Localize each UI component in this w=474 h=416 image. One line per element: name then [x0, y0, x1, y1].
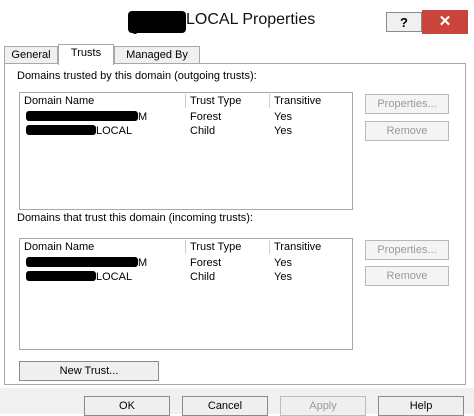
trust-type: Child	[190, 271, 216, 283]
domain-redaction	[26, 257, 138, 267]
domain-name: M	[138, 111, 148, 123]
incoming-trusts-label: Domains that trust this domain (incoming…	[17, 212, 253, 224]
trust-type: Forest	[190, 257, 222, 269]
outgoing-trusts-list[interactable]: Domain Name Trust Type Transitive M Fore…	[19, 92, 353, 210]
tab-trusts[interactable]: Trusts	[58, 44, 114, 65]
tab-general[interactable]: General	[4, 46, 58, 64]
help-button[interactable]: Help	[378, 396, 464, 416]
help-title-button[interactable]: ?	[386, 12, 422, 32]
domain-redaction	[26, 125, 96, 135]
outgoing-remove-button[interactable]: Remove	[365, 121, 449, 141]
outgoing-properties-button[interactable]: Properties...	[365, 94, 449, 114]
cancel-button[interactable]: Cancel	[182, 396, 268, 416]
title-bar: LOCAL Properties ? ✕	[0, 0, 474, 38]
tab-managed-by[interactable]: Managed By	[114, 46, 200, 64]
domain-name: M	[138, 257, 148, 269]
col-trust-type[interactable]: Trust Type	[186, 240, 270, 254]
transitive-value: Yes	[274, 111, 292, 123]
new-trust-button[interactable]: New Trust...	[19, 361, 159, 381]
ok-button[interactable]: OK	[84, 396, 170, 416]
col-domain-name[interactable]: Domain Name	[20, 240, 186, 254]
domain-name: LOCAL	[96, 271, 133, 283]
apply-button[interactable]: Apply	[280, 396, 366, 416]
transitive-value: Yes	[274, 271, 292, 283]
domain-redaction	[26, 111, 138, 121]
incoming-trusts-list[interactable]: Domain Name Trust Type Transitive M Fore…	[19, 238, 353, 350]
incoming-properties-button[interactable]: Properties...	[365, 240, 449, 260]
incoming-remove-button[interactable]: Remove	[365, 266, 449, 286]
trust-type: Forest	[190, 111, 222, 123]
domain-name: LOCAL	[96, 125, 133, 137]
col-trust-type[interactable]: Trust Type	[186, 94, 270, 108]
transitive-value: Yes	[274, 257, 292, 269]
col-transitive[interactable]: Transitive	[270, 94, 352, 108]
close-button[interactable]: ✕	[422, 10, 468, 34]
dialog-footer: OK Cancel Apply Help	[0, 388, 474, 416]
domain-redaction	[26, 271, 96, 281]
col-domain-name[interactable]: Domain Name	[20, 94, 186, 108]
cursor-dot	[132, 28, 138, 34]
col-transitive[interactable]: Transitive	[270, 240, 352, 254]
outgoing-trusts-label: Domains trusted by this domain (outgoing…	[17, 70, 257, 82]
transitive-value: Yes	[274, 125, 292, 137]
trusts-panel: Domains trusted by this domain (outgoing…	[4, 63, 466, 385]
window-title: LOCAL Properties	[186, 11, 316, 28]
trust-type: Child	[190, 125, 216, 137]
